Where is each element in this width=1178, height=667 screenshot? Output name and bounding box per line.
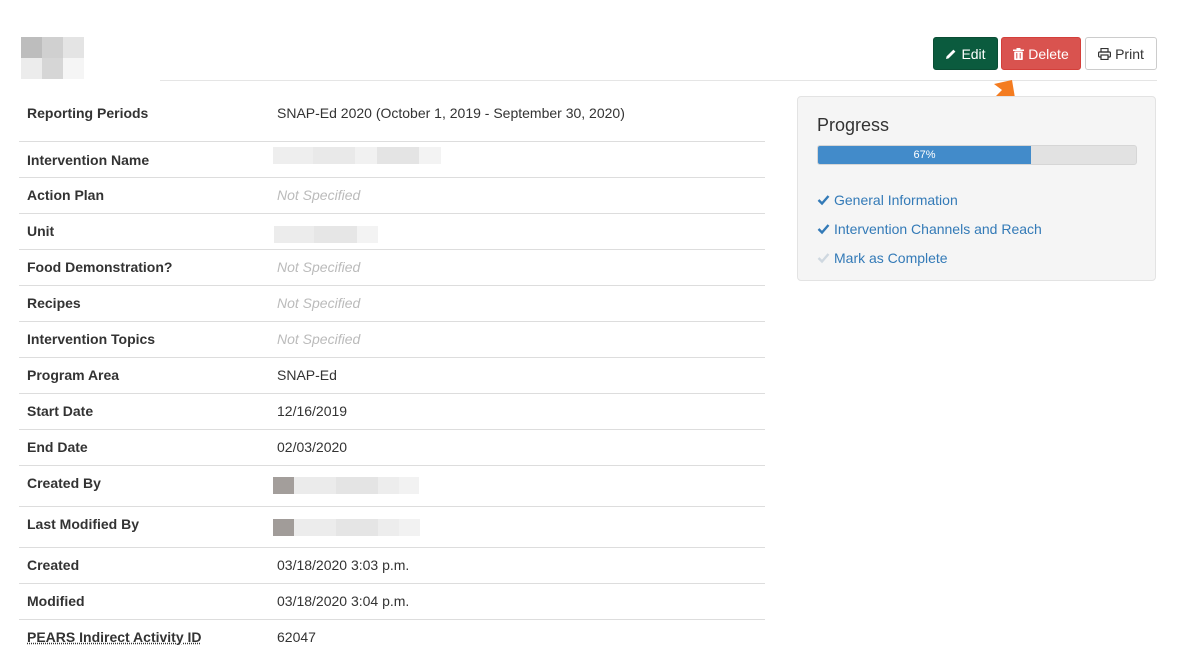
step-label: General Information: [834, 191, 958, 208]
row-value: SNAP-Ed: [277, 367, 337, 383]
row-value: Not Specified: [277, 187, 361, 203]
row-value-redacted: [269, 507, 765, 539]
row-value: Not Specified: [277, 331, 361, 347]
row-value: Not Specified: [277, 295, 361, 311]
row-label: Program Area: [27, 367, 120, 383]
progress-panel: Progress 67% General Information Interve…: [797, 96, 1156, 281]
check-icon: [817, 224, 830, 235]
row-value: Not Specified: [277, 259, 361, 275]
delete-button[interactable]: Delete: [1001, 37, 1081, 70]
trash-icon: [1013, 47, 1025, 60]
pencil-icon: [946, 49, 956, 59]
row-label: Reporting Periods: [27, 105, 149, 121]
table-row-intervention-topics: Intervention Topics Not Specified: [19, 322, 765, 358]
print-button-label: Print: [1115, 45, 1144, 62]
row-label: Created By: [27, 475, 101, 491]
check-icon: [817, 195, 830, 206]
print-button[interactable]: Print: [1085, 37, 1157, 70]
step-mark-as-complete[interactable]: Mark as Complete: [817, 243, 1042, 272]
table-row-created: Created 03/18/2020 3:03 p.m.: [19, 548, 765, 584]
delete-button-label: Delete: [1028, 45, 1069, 62]
table-row-recipes: Recipes Not Specified: [19, 286, 765, 322]
row-value-redacted: [269, 214, 765, 246]
row-label: Unit: [27, 223, 55, 239]
step-intervention-channels[interactable]: Intervention Channels and Reach: [817, 214, 1042, 243]
row-label: Modified: [27, 593, 85, 609]
details-table: Reporting Periods SNAP-Ed 2020 (October …: [19, 95, 765, 656]
row-value: 62047: [277, 629, 316, 645]
table-row-reporting-periods: Reporting Periods SNAP-Ed 2020 (October …: [19, 95, 765, 142]
step-label: Intervention Channels and Reach: [834, 220, 1042, 237]
row-label: Created: [27, 557, 80, 573]
row-label: Intervention Topics: [27, 331, 156, 347]
table-row-modified: Modified 03/18/2020 3:04 p.m.: [19, 584, 765, 620]
progress-title: Progress: [817, 115, 890, 135]
table-row-unit: Unit: [19, 214, 765, 250]
check-icon: [817, 253, 830, 264]
row-value-redacted: [269, 466, 765, 497]
step-general-information[interactable]: General Information: [817, 185, 1042, 214]
table-row-start-date: Start Date 12/16/2019: [19, 394, 765, 430]
table-row-last-modified-by: Last Modified By: [19, 507, 765, 548]
row-value: 02/03/2020: [277, 439, 348, 455]
table-row-intervention-name: Intervention Name: [19, 142, 765, 178]
row-value: 03/18/2020 3:03 p.m.: [277, 557, 410, 573]
progress-bar: 67%: [817, 145, 1137, 165]
row-value: SNAP-Ed 2020 (October 1, 2019 - Septembe…: [277, 105, 625, 121]
table-row-end-date: End Date 02/03/2020: [19, 430, 765, 466]
row-label: PEARS Indirect Activity ID: [27, 629, 202, 645]
printer-icon: [1098, 47, 1112, 60]
row-label: Intervention Name: [27, 152, 150, 168]
progress-steps: General Information Intervention Channel…: [817, 185, 1042, 272]
organization-logo: [21, 37, 84, 79]
row-label: Recipes: [27, 295, 81, 311]
step-label: Mark as Complete: [834, 249, 948, 266]
row-value: 12/16/2019: [277, 403, 348, 419]
table-row-activity-id: PEARS Indirect Activity ID 62047: [19, 620, 765, 656]
row-value: 03/18/2020 3:04 p.m.: [277, 593, 410, 609]
table-row-created-by: Created By: [19, 466, 765, 507]
row-value-redacted: [269, 142, 765, 167]
row-label: Action Plan: [27, 187, 105, 203]
row-label: Food Demonstration?: [27, 259, 173, 275]
table-row-action-plan: Action Plan Not Specified: [19, 178, 765, 214]
row-label: Last Modified By: [27, 516, 140, 532]
edit-button-label: Edit: [961, 45, 986, 62]
table-row-program-area: Program Area SNAP-Ed: [19, 358, 765, 394]
row-label: End Date: [27, 439, 88, 455]
table-row-food-demonstration: Food Demonstration? Not Specified: [19, 250, 765, 286]
edit-button[interactable]: Edit: [933, 37, 998, 70]
progress-bar-fill: 67%: [818, 146, 1032, 164]
row-label: Start Date: [27, 403, 94, 419]
